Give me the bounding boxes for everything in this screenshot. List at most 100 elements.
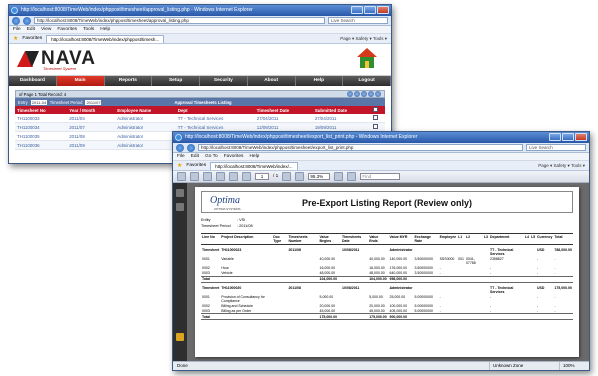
column-header[interactable]: Submitted Date: [312, 106, 371, 114]
report-column-header: Exchange Rate: [413, 233, 439, 245]
back-page-tab[interactable]: http://localhost:8008/TimeWeb/index/phpp…: [46, 34, 165, 43]
select-all-column[interactable]: [370, 106, 385, 114]
row-select-cell[interactable]: [370, 114, 385, 123]
report-cell: -: [439, 294, 441, 299]
menu-item-help[interactable]: Help: [100, 26, 110, 33]
column-header[interactable]: Timesheet No: [15, 106, 68, 114]
next-page-icon[interactable]: [242, 172, 251, 181]
find-input[interactable]: Find: [360, 173, 401, 180]
minimize-button[interactable]: [549, 133, 561, 141]
menu-item-favorites[interactable]: Favorites: [57, 26, 77, 33]
close-button[interactable]: [377, 6, 389, 14]
report-column-header: Value MYR: [388, 233, 414, 245]
save-icon[interactable]: [177, 172, 186, 181]
first-page-icon[interactable]: [347, 91, 353, 97]
forward-arrow-icon[interactable]: [23, 16, 31, 25]
nav-item-dashboard[interactable]: Dashboard: [9, 76, 57, 86]
hand-tool-icon[interactable]: [216, 172, 225, 181]
ie-tools-menu[interactable]: Page ▾ Safety ▾ Tools ▾: [340, 36, 387, 42]
front-browser-window[interactable]: http://localhost:8008/TimeWeb/index/phpp…: [172, 131, 590, 371]
report-cell: 2011/08: [288, 285, 301, 290]
report-cell: [341, 313, 369, 320]
attachments-panel-icon[interactable]: [176, 203, 184, 211]
column-header[interactable]: Timesheet Date: [254, 106, 313, 114]
menu-item-edit[interactable]: Edit: [27, 26, 35, 33]
back-search-input[interactable]: Live Search: [328, 17, 388, 24]
back-arrow-icon[interactable]: [12, 16, 20, 25]
ie-icon: [11, 7, 18, 14]
back-address-input[interactable]: http://localhost:8008/TimeWeb/index/phpp…: [34, 17, 325, 24]
comments-panel-icon[interactable]: [176, 333, 184, 341]
nav-item-main[interactable]: Main: [56, 76, 105, 86]
last-page-icon[interactable]: [368, 91, 374, 97]
table-row[interactable]: TH1100033 2011/04 Administrator TT - Techni…: [15, 114, 385, 123]
column-header[interactable]: Year / Month: [67, 106, 116, 114]
column-header[interactable]: Dept: [175, 106, 255, 114]
menu-item-edit[interactable]: Edit: [191, 153, 199, 160]
menu-item-help[interactable]: Help: [249, 153, 259, 160]
refresh-icon[interactable]: [375, 91, 381, 97]
timesheet-no-link[interactable]: TH1100035: [15, 131, 68, 141]
menu-item-tools[interactable]: Tools: [83, 26, 94, 33]
menu-item-go-to[interactable]: Go To: [205, 153, 218, 160]
star-icon[interactable]: ★: [13, 35, 18, 42]
maximize-button[interactable]: [364, 6, 376, 14]
report-cell: [272, 282, 287, 294]
front-page-tab[interactable]: http://localhost:8008/TimeWeb/index/...: [210, 161, 298, 170]
minimize-button[interactable]: [351, 6, 363, 14]
report-cell: [457, 282, 465, 294]
menu-item-favorites[interactable]: Favorites: [224, 153, 244, 160]
nav-item-logout[interactable]: Logout: [343, 76, 391, 86]
zoom-in-icon[interactable]: [295, 172, 305, 181]
fit-width-icon[interactable]: [347, 172, 357, 181]
report-cell: [368, 245, 388, 257]
nav-item-reports[interactable]: Reports: [105, 76, 153, 86]
timesheet-no-link[interactable]: TH1100033: [15, 114, 68, 123]
status-zoom[interactable]: 100%: [559, 362, 589, 370]
favorites-label[interactable]: Favorites: [186, 163, 206, 168]
zoom-out-icon[interactable]: [282, 172, 292, 181]
back-arrow-icon[interactable]: [176, 143, 184, 152]
timesheet-no-link[interactable]: TH1100034: [15, 122, 68, 132]
close-button[interactable]: [575, 133, 587, 141]
back-titlebar[interactable]: http://localhost:8008/TimeWeb/index/phpp…: [9, 5, 391, 16]
maximize-button[interactable]: [562, 133, 574, 141]
timesheet-no-link[interactable]: TH1100036: [15, 140, 68, 150]
nav-item-security[interactable]: Security: [200, 76, 248, 86]
period-input[interactable]: 2011/07: [85, 99, 102, 105]
email-icon[interactable]: [203, 172, 212, 181]
select-all-checkbox[interactable]: [372, 107, 378, 112]
menu-item-file[interactable]: File: [177, 153, 185, 160]
front-titlebar[interactable]: http://localhost:8008/TimeWeb/index/phpp…: [173, 132, 589, 143]
forward-arrow-icon[interactable]: [187, 143, 195, 152]
report-cell: 25,000.00: [389, 294, 406, 299]
nav-item-help[interactable]: Help: [296, 76, 344, 86]
row-checkbox[interactable]: [372, 124, 378, 129]
page-number-input[interactable]: 1: [255, 173, 269, 180]
ie-tools-menu[interactable]: Page ▾ Safety ▾ Tools ▾: [538, 163, 585, 169]
fit-page-icon[interactable]: [334, 172, 344, 181]
zoom-select[interactable]: 95.3%: [308, 173, 331, 180]
print-icon[interactable]: [190, 172, 199, 181]
row-checkbox[interactable]: [372, 115, 378, 120]
filter-input[interactable]: 2011-04: [30, 99, 47, 105]
star-icon[interactable]: ★: [177, 162, 182, 169]
menu-item-file[interactable]: File: [13, 26, 21, 33]
report-column-header: Currency: [536, 233, 554, 245]
menu-item-view[interactable]: View: [41, 26, 51, 33]
prev-page-icon[interactable]: [354, 91, 360, 97]
front-address-input[interactable]: http://localhost:8008/TimeWeb/index/phpp…: [198, 144, 523, 151]
filter-label: Entry: [18, 99, 28, 105]
front-search-input[interactable]: Live Search: [526, 144, 586, 151]
nav-item-about[interactable]: About: [248, 76, 296, 86]
favorites-label[interactable]: Favorites: [22, 36, 42, 41]
back-address-bar: http://localhost:8008/TimeWeb/index/phpp…: [9, 16, 391, 26]
nav-item-setup[interactable]: Setup: [152, 76, 200, 86]
report-cell: [464, 313, 483, 320]
column-header[interactable]: Employee Name: [115, 106, 176, 114]
report-column-header: Project Description: [220, 233, 273, 245]
pages-panel-icon[interactable]: [176, 189, 184, 197]
prev-page-icon[interactable]: [229, 172, 238, 181]
next-page-icon[interactable]: [361, 91, 367, 97]
report-cell: 40,000.00: [369, 257, 385, 261]
